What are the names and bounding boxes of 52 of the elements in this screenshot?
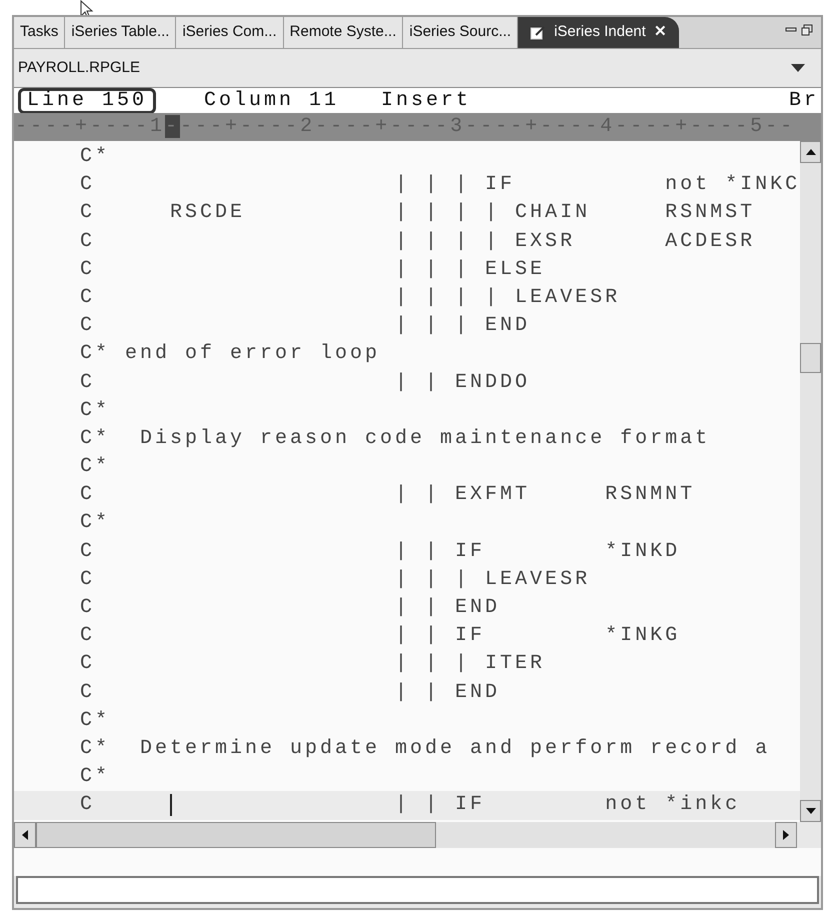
code-line: C* bbox=[79, 764, 112, 790]
left-arrow-icon bbox=[22, 830, 28, 840]
code-line: C* bbox=[79, 708, 112, 734]
minimize-icon[interactable] bbox=[785, 26, 797, 34]
code-line: C RSCDE | | | | CHAIN RSNMST bbox=[79, 200, 756, 226]
code-line: C | | END bbox=[79, 595, 502, 621]
close-tab-icon[interactable]: ✕ bbox=[654, 21, 667, 44]
code-line: C* bbox=[79, 454, 112, 480]
column-indicator: Column 11 bbox=[204, 88, 340, 113]
vertical-scrollbar[interactable] bbox=[800, 141, 821, 822]
insert-mode-indicator: Insert bbox=[381, 88, 472, 113]
code-line: C | | | END bbox=[79, 313, 532, 340]
text-cursor bbox=[170, 794, 172, 816]
code-line: C | | | | EXSR ACDESR bbox=[79, 228, 756, 255]
file-name: PAYROLL.RPGLE bbox=[18, 58, 140, 78]
scroll-down-button[interactable] bbox=[800, 800, 821, 822]
right-arrow-icon bbox=[783, 830, 789, 840]
up-arrow-icon bbox=[806, 149, 816, 155]
maximize-icon[interactable] bbox=[801, 24, 813, 36]
code-line: C | | EXFMT RSNMNT bbox=[79, 482, 696, 508]
code-line: C | | | ELSE bbox=[79, 256, 546, 283]
code-line: C | | | IF not *INKC bbox=[79, 172, 800, 198]
code-line: C* bbox=[79, 398, 112, 424]
horizontal-scrollbar[interactable] bbox=[14, 822, 797, 848]
code-line: C | | IF *INKG bbox=[79, 623, 682, 650]
editor-tab[interactable]: iSeries Com... bbox=[176, 17, 284, 48]
scroll-right-button[interactable] bbox=[775, 822, 797, 848]
code-line: C | | | ITER bbox=[79, 651, 546, 678]
editor-tab[interactable]: Remote Syste... bbox=[284, 17, 404, 48]
editor-tab[interactable]: Tasks bbox=[14, 17, 66, 48]
editor-tab[interactable]: iSeries Sourc... bbox=[403, 17, 518, 48]
scroll-thumb[interactable] bbox=[36, 822, 436, 848]
down-arrow-icon bbox=[806, 808, 816, 814]
code-line: C* Display reason code maintenance format bbox=[79, 426, 712, 452]
scroll-left-button[interactable] bbox=[14, 822, 36, 848]
code-line: C | | | | LEAVESR bbox=[79, 284, 622, 311]
code-line: C* end of error loop bbox=[79, 341, 382, 368]
code-line: C | | ENDDO bbox=[79, 370, 532, 396]
code-line: C | | IF *INKD bbox=[79, 538, 682, 565]
edit-icon bbox=[530, 24, 546, 40]
code-line: C* bbox=[79, 510, 112, 536]
input-field[interactable] bbox=[16, 876, 819, 904]
editor-tab[interactable]: iSeries Table... bbox=[65, 17, 176, 48]
status-text: Br bbox=[788, 88, 819, 113]
code-line: C | | END bbox=[79, 680, 502, 706]
code-line: C* Determine update mode and perform record a bbox=[79, 736, 772, 762]
editor-tab[interactable]: iSeries Indent ✕ bbox=[518, 17, 679, 48]
scroll-up-button[interactable] bbox=[800, 141, 821, 163]
scroll-thumb[interactable] bbox=[800, 343, 821, 373]
code-line: C | | | LEAVESR bbox=[79, 566, 592, 593]
dropdown-arrow-icon[interactable] bbox=[791, 64, 805, 72]
code-line: C* bbox=[79, 144, 112, 170]
